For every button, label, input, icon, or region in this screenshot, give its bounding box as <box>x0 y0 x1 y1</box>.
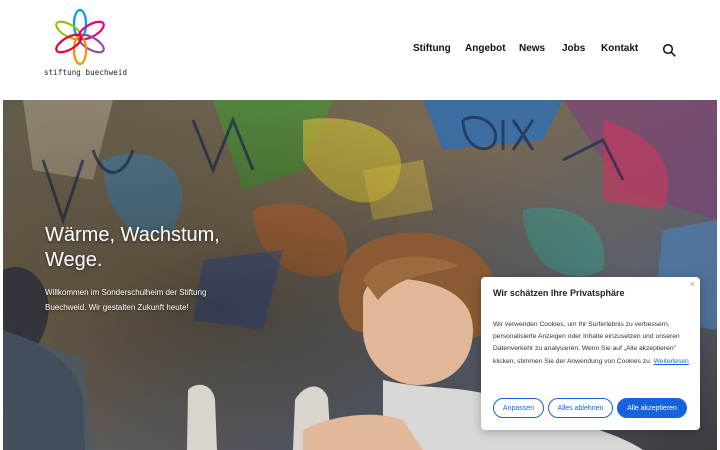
cookie-text: Wir verwenden Cookies, um Ihr Surferlebn… <box>493 319 693 368</box>
nav-item-jobs[interactable]: Jobs <box>562 43 585 54</box>
nav-item-kontakt[interactable]: Kontakt <box>601 43 638 54</box>
cookie-consent-dialog: × Wir schätzen Ihre Privatsphäre Wir ver… <box>481 277 700 430</box>
reject-all-button[interactable]: Alles ablehnen <box>548 398 613 418</box>
close-icon[interactable]: × <box>690 279 695 289</box>
read-more-link[interactable]: Weiterlesen <box>654 358 689 365</box>
logo-text: stiftung buechweid <box>44 68 128 77</box>
accept-all-button[interactable]: Alle akzeptieren <box>617 398 687 418</box>
nav-item-news[interactable]: News <box>519 43 545 54</box>
customize-button[interactable]: Anpassen <box>493 398 544 418</box>
cookie-title: Wir schätzen Ihre Privatsphäre <box>493 288 625 298</box>
search-button[interactable] <box>662 43 676 57</box>
search-icon <box>662 43 676 57</box>
logo[interactable]: stiftung buechweid <box>44 8 128 80</box>
cookie-body: Wir verwenden Cookies, um Ihr Surferlebn… <box>493 321 680 365</box>
nav-item-angebot[interactable]: Angebot <box>465 43 506 54</box>
hero-title: Wärme, Wachstum, Wege. <box>45 224 220 271</box>
hero-subtitle: Willkommen im Sonderschulheim der Stiftu… <box>45 288 207 312</box>
site-header: stiftung buechweid Stiftung Angebot News… <box>0 0 720 100</box>
nav-item-stiftung[interactable]: Stiftung <box>413 43 451 54</box>
flower-logo-icon <box>55 8 105 66</box>
